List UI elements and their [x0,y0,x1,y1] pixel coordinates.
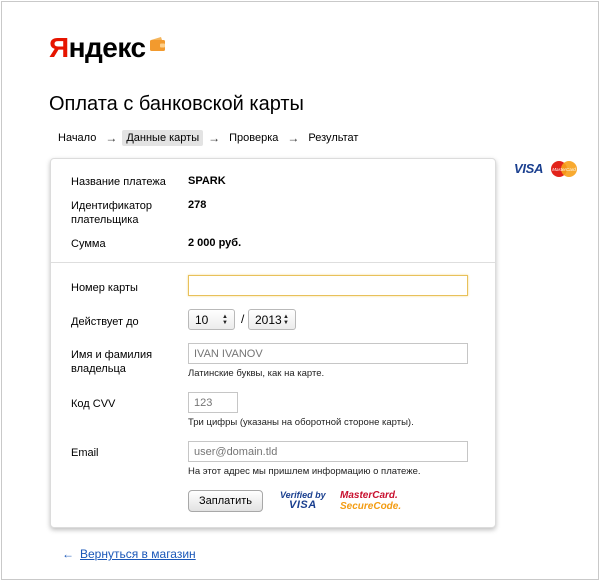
mastercard-logo-text: MasterCard [552,167,576,172]
cvv-input[interactable] [188,392,238,413]
amount-label: Сумма [71,238,106,250]
logo-letter: Я [49,32,69,63]
pay-button[interactable]: Заплатить [188,490,263,512]
email-hint: На этот адрес мы пришлем информацию о пл… [188,466,421,477]
expiry-month-select[interactable]: 10 ▲ ▼ [188,309,235,330]
card-number-input[interactable] [188,275,468,296]
expiry-slash: / [241,312,245,326]
page-frame: Яндекс Оплата с банковской карты Начало … [1,1,599,580]
step-result: Результат [308,132,359,144]
cardholder-name-label: Имя и фамилия владельца [71,349,153,375]
amount-value: 2 000 руб. [188,237,242,249]
card-number-label: Номер карты [71,282,138,294]
spinner-arrows-icon: ▲ ▼ [283,313,289,326]
valid-until-label: Действует до [71,316,139,328]
expiry-month-value: 10 [195,312,209,327]
cvv-hint: Три цифры (указаны на оборотной стороне … [188,417,414,428]
cvv-label: Код CVV [71,398,116,410]
email-label: Email [71,447,99,459]
payer-id-value: 278 [188,199,207,211]
cardholder-name-hint: Латинские буквы, как на карте. [188,368,325,379]
page-title: Оплата с банковской карты [49,93,304,115]
payment-name-value: SPARK [188,175,226,187]
cardholder-name-input[interactable] [188,343,468,364]
visa-logo: VISA [514,161,544,176]
mastercard-securecode-logo: MasterCard. SecureCode. [340,490,402,512]
yandex-logo[interactable]: Яндекс [49,32,167,64]
spinner-arrows-icon: ▲ ▼ [222,313,228,326]
back-to-shop-text: Вернуться в магазин [80,547,196,561]
email-input[interactable] [188,441,468,462]
progress-steps: Начало → Данные карты → Проверка → Резул… [54,130,362,146]
arrow-left-icon: ← [62,547,74,561]
payment-name-label: Название платежа [71,176,166,188]
step-check: Проверка [229,132,279,144]
expiry-year-value: 2013 [255,312,282,327]
payment-summary: Название платежа SPARK Идентификатор пла… [51,159,495,263]
arrow-right-icon: → [208,131,221,145]
logo-text: ндекс [68,32,146,63]
arrow-right-icon: → [287,131,300,145]
verified-by-visa-logo: Verified by VISA [280,490,326,511]
back-to-shop-link[interactable]: ← Вернуться в магазин [62,547,196,561]
expiry-year-select[interactable]: 2013 ▲ ▼ [248,309,296,330]
arrow-right-icon: → [105,131,118,145]
payer-id-label: Идентификатор плательщика [71,200,152,226]
step-card-data: Данные карты [122,130,204,146]
payment-form-card: Название платежа SPARK Идентификатор пла… [50,158,496,528]
step-start: Начало [58,132,97,144]
mastercard-logo: MasterCard [551,161,577,177]
wallet-icon [149,37,165,51]
